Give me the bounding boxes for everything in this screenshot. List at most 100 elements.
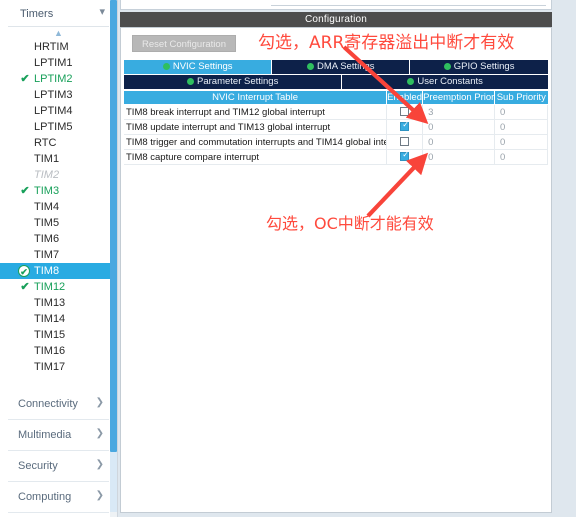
tab-user-constants[interactable]: User Constants (342, 75, 548, 89)
sidebar-item-label: TIM1 (34, 153, 60, 165)
column-header-interrupt-name[interactable]: NVIC Interrupt Table (124, 91, 388, 105)
column-header-sub-priority[interactable]: Sub Priority (494, 91, 548, 105)
sidebar-item-lptim5[interactable]: LPTIM5 (0, 119, 117, 135)
category-list: Connectivity ❯ Multimedia ❯ Security ❯ C… (0, 389, 117, 517)
sub-priority-cell[interactable]: 0 (494, 119, 548, 135)
peripheral-sidebar: Timers ▾ ▲ HRTIM LPTIM1 ✔ LPTIM2 LPTIM3 L… (0, 0, 118, 517)
sidebar-category-label: Multimedia (18, 429, 72, 441)
sidebar-scrollbar-track[interactable] (110, 0, 117, 517)
column-header-enabled[interactable]: Enabled (386, 91, 424, 105)
sub-priority-cell[interactable]: 0 (494, 134, 548, 150)
sidebar-item-hrtim[interactable]: HRTIM (0, 39, 117, 55)
sidebar-category-multimedia[interactable]: Multimedia ❯ (8, 420, 109, 451)
check-icon: ✔ (20, 281, 30, 293)
sidebar-item-lptim4[interactable]: LPTIM4 (0, 103, 117, 119)
settings-tabs-row-1: NVIC Settings DMA Settings GPIO Settings (124, 60, 548, 74)
sidebar-category-label: Security (18, 460, 58, 472)
sidebar-item-label: LPTIM1 (34, 57, 73, 69)
sidebar-category-computing[interactable]: Computing ❯ (8, 482, 109, 513)
interrupt-name: TIM8 update interrupt and TIM13 global i… (124, 119, 388, 135)
sidebar-category-label: Connectivity (18, 398, 78, 410)
sidebar-group-label: Timers (20, 8, 54, 20)
chevron-right-icon: ❯ (95, 397, 104, 408)
sidebar-category-security[interactable]: Security ❯ (8, 451, 109, 482)
preemption-priority-cell[interactable]: 0 (422, 149, 496, 165)
sidebar-item-tim16[interactable]: TIM16 (0, 343, 117, 359)
sidebar-item-rtc[interactable]: RTC (0, 135, 117, 151)
enabled-cell[interactable] (386, 104, 424, 120)
status-dot-icon (307, 63, 314, 70)
table-row[interactable]: TIM8 trigger and commutation interrupts … (124, 134, 548, 150)
sub-priority-cell[interactable]: 0 (494, 104, 548, 120)
sidebar-category-label: Computing (18, 491, 72, 503)
sidebar-item-tim15[interactable]: TIM15 (0, 327, 117, 343)
nvic-interrupt-table: NVIC Interrupt Table Enabled Preemption … (124, 91, 548, 165)
sidebar-item-tim1[interactable]: TIM1 (0, 151, 117, 167)
sidebar-item-tim7[interactable]: TIM7 (0, 247, 117, 263)
table-row[interactable]: TIM8 capture compare interrupt 0 0 (124, 149, 548, 165)
sidebar-item-tim2[interactable]: TIM2 (0, 167, 117, 183)
sub-priority-cell[interactable]: 0 (494, 149, 548, 165)
tab-gpio-settings[interactable]: GPIO Settings (410, 60, 548, 74)
sidebar-item-label: TIM4 (34, 201, 60, 213)
sidebar-item-label: TIM8 (34, 265, 60, 277)
sidebar-item-tim13[interactable]: TIM13 (0, 295, 117, 311)
tab-nvic-settings[interactable]: NVIC Settings (124, 60, 273, 74)
enabled-checkbox[interactable] (400, 150, 410, 161)
sidebar-item-label: TIM15 (34, 329, 66, 341)
chevron-right-icon: ❯ (95, 490, 104, 501)
panel-top-strip (118, 0, 576, 12)
preemption-priority-cell[interactable]: 0 (422, 119, 496, 135)
reset-configuration-button[interactable]: Reset Configuration (132, 35, 236, 52)
sidebar-scrollbar-thumb[interactable] (110, 0, 117, 452)
sidebar-category-connectivity[interactable]: Connectivity ❯ (8, 389, 109, 420)
chevron-right-icon: ❯ (95, 459, 104, 470)
tab-parameter-settings[interactable]: Parameter Settings (124, 75, 343, 89)
sidebar-item-tim8[interactable]: ✔ TIM8 (0, 263, 117, 279)
sidebar-item-tim6[interactable]: TIM6 (0, 231, 117, 247)
column-header-preemption-priority[interactable]: Preemption Priority (422, 91, 496, 105)
sidebar-item-tim3[interactable]: ✔ TIM3 (0, 183, 117, 199)
check-circle-icon: ✔ (18, 265, 30, 277)
status-dot-icon (162, 63, 170, 70)
enabled-cell[interactable] (386, 119, 424, 135)
tab-dma-settings[interactable]: DMA Settings (272, 60, 411, 74)
sidebar-item-lptim3[interactable]: LPTIM3 (0, 87, 117, 103)
annotation-note-arr: 勾选，ARR寄存器溢出中断才有效 (258, 33, 515, 53)
chevron-down-icon[interactable]: ▾ (99, 7, 105, 18)
sidebar-item-tim5[interactable]: TIM5 (0, 215, 117, 231)
enabled-checkbox[interactable] (400, 120, 410, 131)
tab-label: GPIO Settings (453, 61, 515, 72)
settings-tabs: NVIC Settings DMA Settings GPIO Settings… (124, 60, 548, 89)
scroll-up-arrow-icon[interactable]: ▲ (0, 27, 117, 39)
configuration-panel: Configuration Reset Configuration NVIC S… (118, 0, 576, 517)
table-row[interactable]: TIM8 break interrupt and TIM12 global in… (124, 104, 548, 120)
preemption-priority-cell[interactable]: 3 (422, 104, 496, 120)
sidebar-category-middleware[interactable]: Middleware ❯ (8, 513, 109, 517)
status-dot-icon (407, 78, 415, 85)
sidebar-item-lptim2[interactable]: ✔ LPTIM2 (0, 71, 117, 87)
enabled-cell[interactable] (386, 149, 424, 165)
sidebar-item-label: LPTIM4 (34, 105, 73, 117)
sidebar-item-lptim1[interactable]: LPTIM1 (0, 55, 117, 71)
enabled-checkbox[interactable] (400, 137, 410, 146)
configuration-title-bar: Configuration (120, 12, 552, 27)
chevron-right-icon: ❯ (95, 428, 104, 439)
status-dot-icon (443, 63, 451, 70)
interrupt-name: TIM8 capture compare interrupt (124, 149, 388, 165)
sidebar-item-tim14[interactable]: TIM14 (0, 311, 117, 327)
tab-label: DMA Settings (317, 61, 375, 72)
sidebar-group-header-timers[interactable]: Timers ▾ (8, 2, 109, 27)
interrupt-name: TIM8 break interrupt and TIM12 global in… (124, 104, 388, 120)
sidebar-item-tim4[interactable]: TIM4 (0, 199, 117, 215)
annotation-note-oc: 勾选，OC中断才能有效 (266, 214, 434, 233)
sidebar-scrollbar-thumb-secondary[interactable] (110, 452, 117, 512)
check-icon: ✔ (20, 73, 30, 85)
enabled-cell[interactable] (386, 134, 424, 150)
sidebar-item-tim17[interactable]: TIM17 (0, 359, 117, 375)
preemption-priority-cell[interactable]: 0 (422, 134, 496, 150)
enabled-checkbox[interactable] (400, 107, 410, 116)
sidebar-item-label: TIM16 (34, 345, 66, 357)
sidebar-item-tim12[interactable]: ✔ TIM12 (0, 279, 117, 295)
table-row[interactable]: TIM8 update interrupt and TIM13 global i… (124, 119, 548, 135)
